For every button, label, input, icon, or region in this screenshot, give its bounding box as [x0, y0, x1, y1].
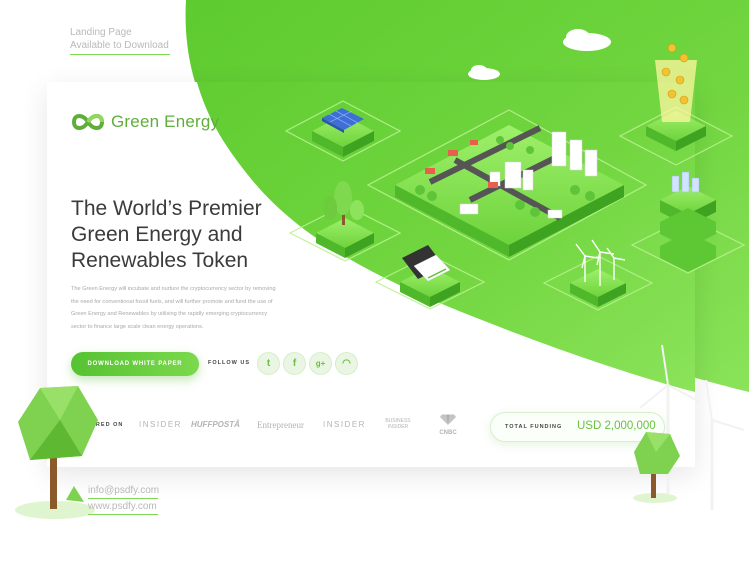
contact-underline — [88, 514, 158, 515]
cnbc-logo-text: CNBC — [439, 430, 457, 436]
description-line: sector to finance large scale clean ener… — [71, 323, 204, 330]
top-note-line1: Landing Page — [70, 27, 132, 38]
contact-website[interactable]: www.psdfy.com — [88, 500, 159, 513]
total-funding-badge: TOTAL FUNDING USD 2,000,000 — [490, 412, 665, 442]
hero-headline: The World’s Premier Green Energy and Ren… — [71, 196, 301, 274]
featured-logo-business-insider: BUSINESS INSIDER — [385, 418, 411, 430]
rss-button[interactable]: ◠ — [335, 352, 358, 375]
cnbc-peacock-icon — [440, 414, 456, 425]
download-white-paper-button[interactable]: DOWNLOAD WHITE PAPER — [71, 352, 199, 376]
description-line: Green Energy and Renewables by utilising… — [71, 311, 268, 317]
featured-logo-cnbc: CNBC — [433, 412, 463, 436]
contact-email[interactable]: info@psdfy.com — [88, 484, 159, 497]
headline-line: Green Energy and — [71, 223, 243, 246]
contact-underline — [88, 498, 158, 499]
headline-line: Renewables Token — [71, 249, 249, 272]
total-funding-label: TOTAL FUNDING — [505, 424, 563, 430]
brand-name: Green Energy — [111, 112, 220, 131]
headline-line: The World’s Premier — [71, 197, 262, 220]
featured-on-label: FEATURED ON — [73, 422, 124, 428]
top-note-line2: Available to Download — [70, 40, 169, 51]
featured-logo-entrepreneur: Entrepreneur — [257, 420, 304, 430]
facebook-button[interactable]: f — [283, 352, 306, 375]
brand[interactable]: Green Energy — [71, 112, 219, 132]
twitter-button[interactable]: t — [257, 352, 280, 375]
contact-info: info@psdfy.com www.psdfy.com — [88, 484, 159, 516]
top-note: Landing Page Available to Download — [70, 26, 170, 55]
description-line: The Green Energy will incubate and nurtu… — [71, 286, 276, 292]
follow-us-label: FOLLOW US — [208, 360, 250, 366]
description-line: the need for conventional fossil fuels, … — [71, 298, 273, 305]
top-note-underline — [70, 54, 170, 55]
landing-card: Green Energy The World’s Premier Green E… — [47, 82, 695, 467]
hero-description: The Green Energy will incubate and nurtu… — [71, 283, 309, 333]
card-green-overlap — [196, 82, 695, 392]
google-plus-button[interactable]: g+ — [309, 352, 332, 375]
twitter-icon: t — [266, 358, 271, 369]
featured-logo-insider-2: INSIDER — [323, 420, 366, 429]
featured-logo-insider: INSIDER — [139, 420, 182, 429]
facebook-icon: f — [292, 358, 297, 369]
google-plus-icon: g+ — [315, 359, 326, 368]
total-funding-value: USD 2,000,000 — [577, 420, 656, 432]
rss-icon: ◠ — [342, 358, 351, 369]
featured-logo-huffpost: HUFFPOSTÂ — [191, 420, 240, 429]
infinity-leaf-icon — [71, 114, 105, 130]
